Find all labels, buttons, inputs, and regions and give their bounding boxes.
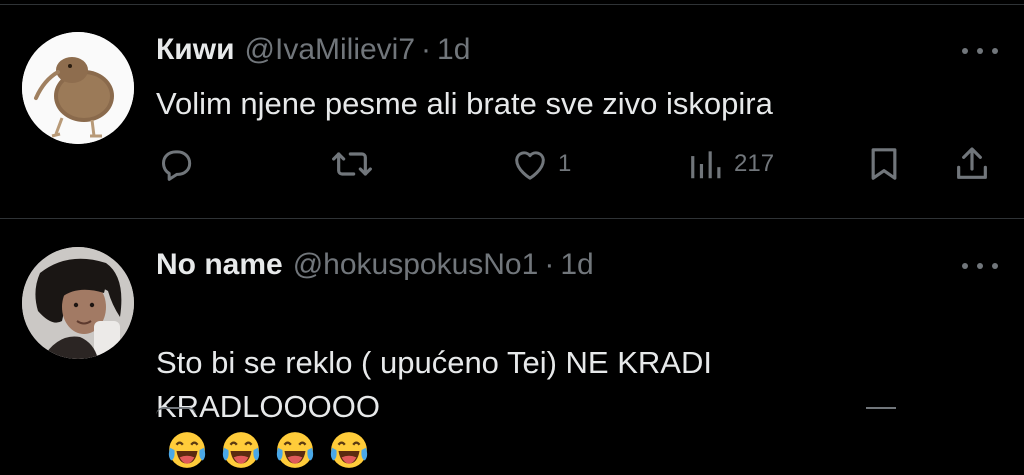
bookmark-button[interactable] (864, 144, 904, 184)
separator: · (421, 33, 432, 66)
tears-of-joy-emoji-icon (222, 432, 260, 468)
repost-icon (332, 152, 372, 176)
dot-icon (992, 48, 998, 54)
heart-icon (515, 151, 545, 180)
avatar[interactable] (22, 32, 134, 144)
share-icon (957, 147, 987, 179)
next-action-bar-edge (866, 407, 896, 415)
views-chart-icon (691, 151, 721, 179)
views-button[interactable]: 217 (688, 144, 774, 184)
user-handle[interactable]: @IvaMilievi7 (245, 32, 416, 68)
dot-icon (977, 263, 983, 269)
avatar[interactable] (22, 247, 134, 359)
tweet-2[interactable]: No name @hokuspokusNo1 · 1d Sto bi se re… (0, 219, 1024, 468)
timestamp[interactable]: 1d (437, 32, 470, 68)
tears-of-joy-emoji-icon (276, 432, 314, 468)
reply-icon (162, 150, 192, 181)
tweet-text: Volim njene pesme ali brate sve zivo isk… (156, 86, 773, 121)
bookmark-icon (871, 148, 897, 180)
dot-icon (977, 48, 983, 54)
separator: · (544, 248, 555, 281)
more-options-button[interactable] (962, 256, 998, 276)
repost-button[interactable] (330, 144, 382, 184)
share-button[interactable] (952, 144, 992, 184)
user-handle[interactable]: @hokuspokusNo1 (293, 247, 539, 283)
next-action-bar-edge (156, 407, 196, 415)
like-button[interactable]: 1 (510, 144, 571, 184)
timestamp[interactable]: 1d (560, 247, 593, 283)
tweet-text: Sto bi se reklo ( upućeno Tei) NE KRADI … (156, 297, 976, 475)
person-photo-avatar-icon (22, 247, 134, 359)
kiwi-plush-avatar-icon (22, 32, 134, 144)
display-name[interactable]: No name (156, 247, 283, 283)
tweet-1[interactable]: Киwи @IvaMilievi7 · 1d Volim njene pesme… (0, 0, 1024, 218)
tweet-header: Киwи @IvaMilievi7 · 1d (156, 32, 470, 68)
tears-of-joy-emoji-icon (168, 432, 206, 468)
dot-icon (962, 48, 968, 54)
action-bar: 1 217 (0, 144, 1024, 188)
view-count: 217 (734, 150, 775, 177)
reply-button[interactable] (156, 144, 204, 184)
tweet-text-content: Sto bi se reklo ( upućeno Tei) NE KRADI … (156, 345, 712, 424)
dot-icon (962, 263, 968, 269)
display-name[interactable]: Киwи (156, 32, 235, 68)
more-options-button[interactable] (962, 41, 998, 61)
like-count: 1 (558, 150, 572, 177)
tears-of-joy-emoji-icon (330, 432, 368, 468)
tweet-header: No name @hokuspokusNo1 · 1d (156, 247, 594, 283)
emoji-group (166, 432, 382, 470)
dot-icon (992, 263, 998, 269)
